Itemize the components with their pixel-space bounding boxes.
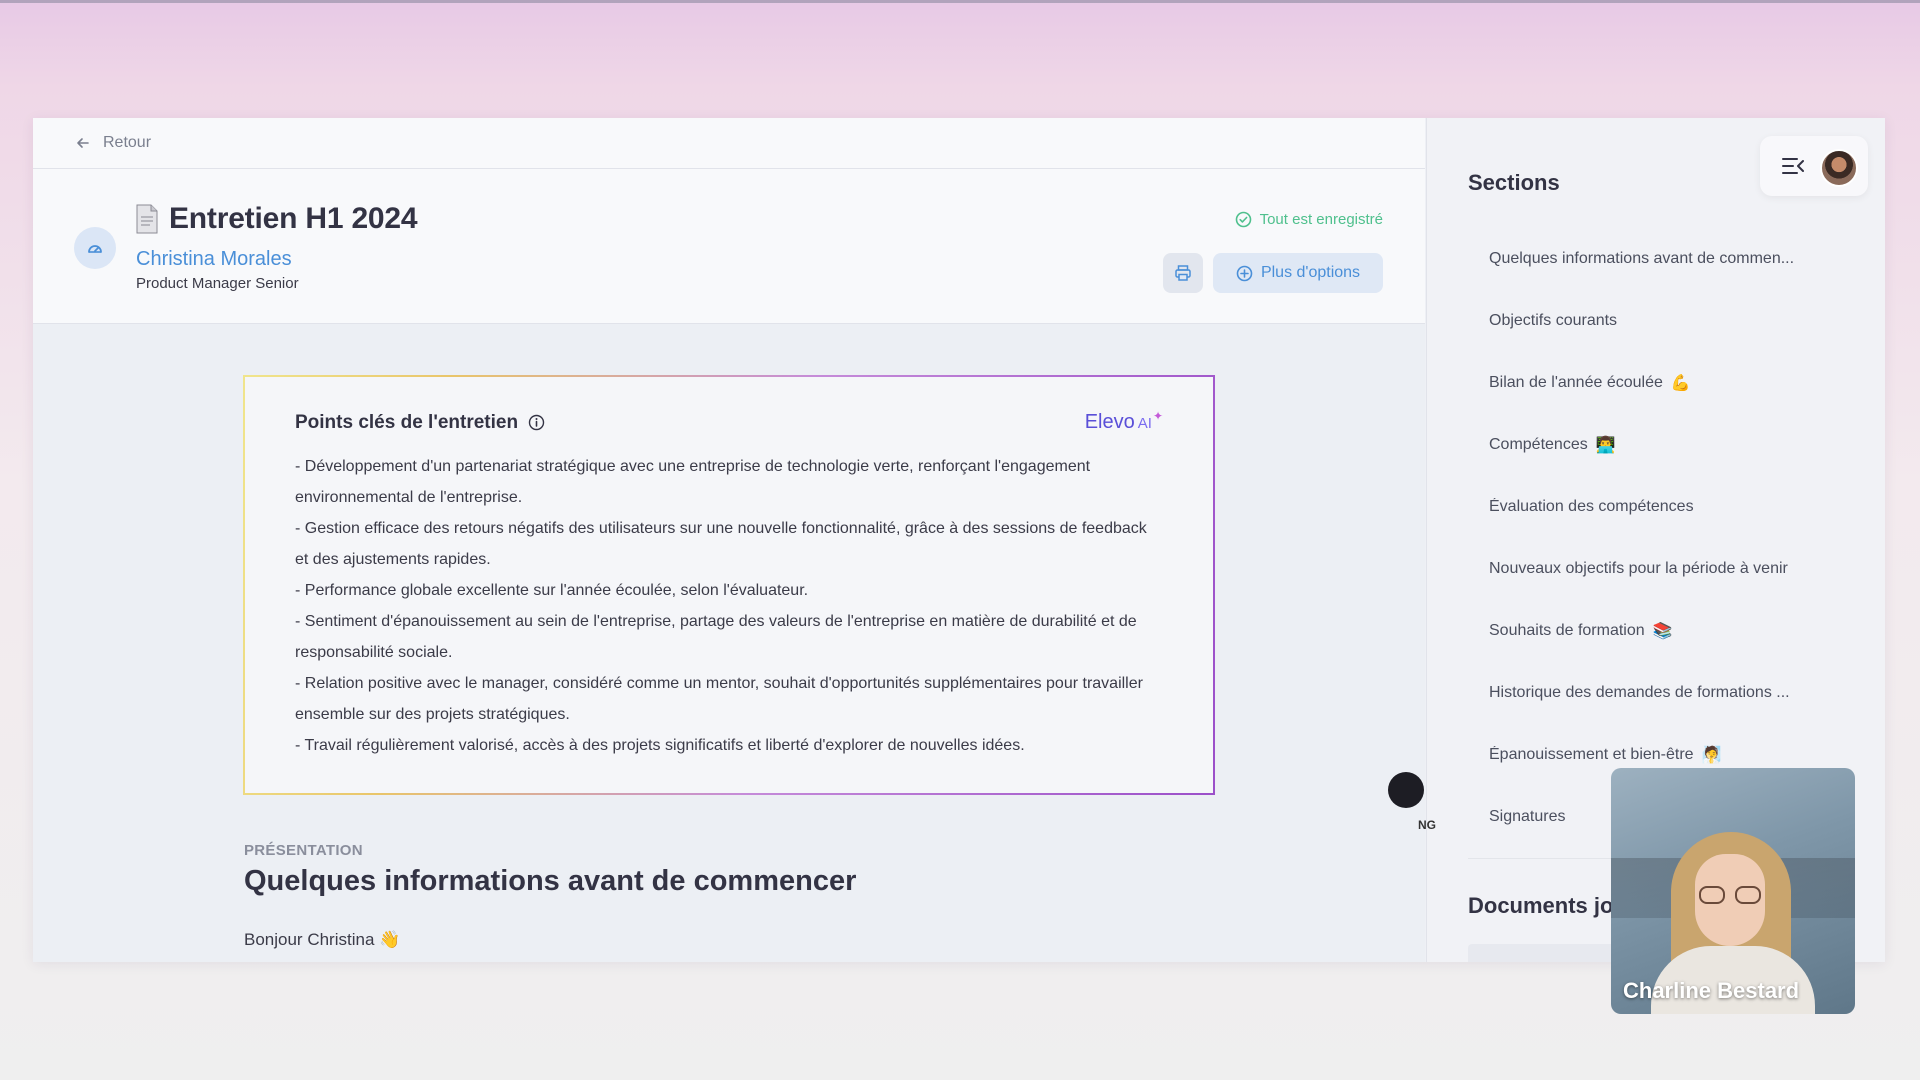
app-window: Retour Entretien H1 2024 Christina Moral…	[33, 118, 1885, 962]
section-nav: Quelques informations avant de commen...…	[1427, 228, 1847, 848]
sidebar-item-emoji: 💪	[1670, 375, 1691, 392]
back-bar: Retour	[33, 118, 1425, 169]
sidebar-item-training-history[interactable]: Historique des demandes de formations ..…	[1427, 662, 1847, 724]
ai-summary-card-inner: Points clés de l'entretien Elevo AI ✦ - …	[245, 377, 1213, 793]
floating-dark-button[interactable]	[1388, 772, 1424, 808]
participant-name: Charline Bestard	[1623, 978, 1800, 1003]
title-row: Entretien H1 2024	[135, 202, 418, 236]
save-status: Tout est enregistré	[1235, 211, 1383, 228]
sidebar-item-skills-evaluation[interactable]: Évaluation des compétences	[1427, 476, 1847, 538]
video-person-glasses	[1735, 886, 1761, 904]
main-content: Retour Entretien H1 2024 Christina Moral…	[33, 118, 1425, 962]
elevo-ai-logo: Elevo AI ✦	[1084, 409, 1163, 434]
more-options-label: Plus d'options	[1260, 264, 1361, 281]
sidebar-item-training-wishes[interactable]: Souhaits de formation 📚	[1427, 600, 1847, 662]
sections-title: Sections	[1468, 170, 1560, 195]
documents-title: Documents jo	[1468, 893, 1614, 918]
ai-key-point: - Relation positive avec le manager, con…	[295, 675, 1143, 723]
info-icon[interactable]	[528, 414, 545, 431]
video-call-tile: Charline Bestard	[1611, 768, 1855, 1014]
ai-summary-card: Points clés de l'entretien Elevo AI ✦ - …	[243, 375, 1215, 795]
sidebar-item-label: Nouveaux objectifs pour la période à ven…	[1489, 560, 1788, 577]
gauge-badge	[74, 227, 116, 269]
ai-key-point: - Sentiment d'épanouissement au sein de …	[295, 613, 1137, 661]
user-avatar[interactable]	[1820, 149, 1858, 187]
sidebar-item-label: Compétences	[1489, 436, 1588, 453]
elevo-ai-suffix: AI	[1137, 415, 1152, 432]
page-title: Entretien H1 2024	[169, 202, 418, 235]
back-link[interactable]: Retour	[75, 134, 151, 152]
sidebar-item-year-review[interactable]: Bilan de l'année écoulée 💪	[1427, 352, 1847, 414]
print-button[interactable]	[1163, 253, 1203, 293]
sidebar-item-emoji: 📚	[1652, 623, 1673, 640]
document-icon	[136, 204, 158, 234]
sidebar-item-skills[interactable]: Compétences 👨‍💻	[1427, 414, 1847, 476]
section-kicker: PRÉSENTATION	[244, 842, 363, 859]
arrow-left-icon	[77, 138, 89, 148]
sidebar-tools	[1760, 136, 1868, 196]
sidebar-item-new-goals[interactable]: Nouveaux objectifs pour la période à ven…	[1427, 538, 1847, 600]
partial-label-ng: NG	[1418, 818, 1436, 832]
employee-role: Product Manager Senior	[136, 275, 299, 292]
ai-card-header: Points clés de l'entretien Elevo AI ✦	[295, 409, 1163, 434]
ai-key-point: - Travail régulièrement valorisé, accès …	[295, 737, 1025, 754]
sidebar-item-label: Signatures	[1489, 808, 1566, 825]
sidebar-item-label: Souhaits de formation	[1489, 622, 1645, 639]
sidebar-item-label: Évaluation des compétences	[1489, 498, 1694, 515]
greeting-text: Bonjour Christina 👋	[244, 930, 401, 949]
gauge-icon	[88, 245, 102, 253]
sidebar-item-presentation[interactable]: Quelques informations avant de commen...	[1427, 228, 1847, 290]
section-title: Quelques informations avant de commencer	[244, 865, 857, 897]
video-person-glasses	[1699, 886, 1725, 904]
sidebar-item-label: Bilan de l'année écoulée	[1489, 374, 1663, 391]
top-strip	[0, 0, 1920, 3]
back-label: Retour	[103, 134, 152, 151]
save-status-text: Tout est enregistré	[1259, 211, 1383, 228]
ai-card-title-text: Points clés de l'entretien	[295, 411, 519, 433]
ai-key-point: - Développement d'un partenariat stratég…	[295, 458, 1091, 506]
ai-card-title: Points clés de l'entretien	[295, 412, 545, 434]
printer-icon	[1175, 265, 1191, 281]
ai-key-point: - Gestion efficace des retours négatifs …	[295, 520, 1147, 568]
sidebar-item-label: Objectifs courants	[1489, 312, 1618, 329]
plus-circle-icon	[1236, 265, 1253, 281]
sidebar-item-emoji: 🧖	[1701, 747, 1722, 764]
collapse-sidebar-icon[interactable]	[1782, 156, 1804, 176]
sparkle-icon: ✦	[1152, 409, 1163, 423]
ai-key-points: - Développement d'un partenariat stratég…	[295, 451, 1163, 761]
sidebar-item-emoji: 👨‍💻	[1595, 437, 1616, 454]
sidebar-item-label: Historique des demandes de formations ..…	[1489, 684, 1790, 701]
review-header: Entretien H1 2024 Christina Morales Prod…	[33, 169, 1425, 324]
employee-name-link[interactable]: Christina Morales	[136, 248, 292, 271]
ai-key-point: - Performance globale excellente sur l'a…	[295, 582, 809, 599]
more-options-button[interactable]: Plus d'options	[1213, 253, 1383, 293]
check-circle-icon	[1235, 211, 1251, 228]
sidebar-item-current-goals[interactable]: Objectifs courants	[1427, 290, 1847, 352]
elevo-brand: Elevo	[1084, 411, 1135, 433]
sidebar-item-label: Quelques informations avant de commen...	[1489, 250, 1795, 267]
sidebar-item-label: Épanouissement et bien-être	[1489, 746, 1694, 763]
